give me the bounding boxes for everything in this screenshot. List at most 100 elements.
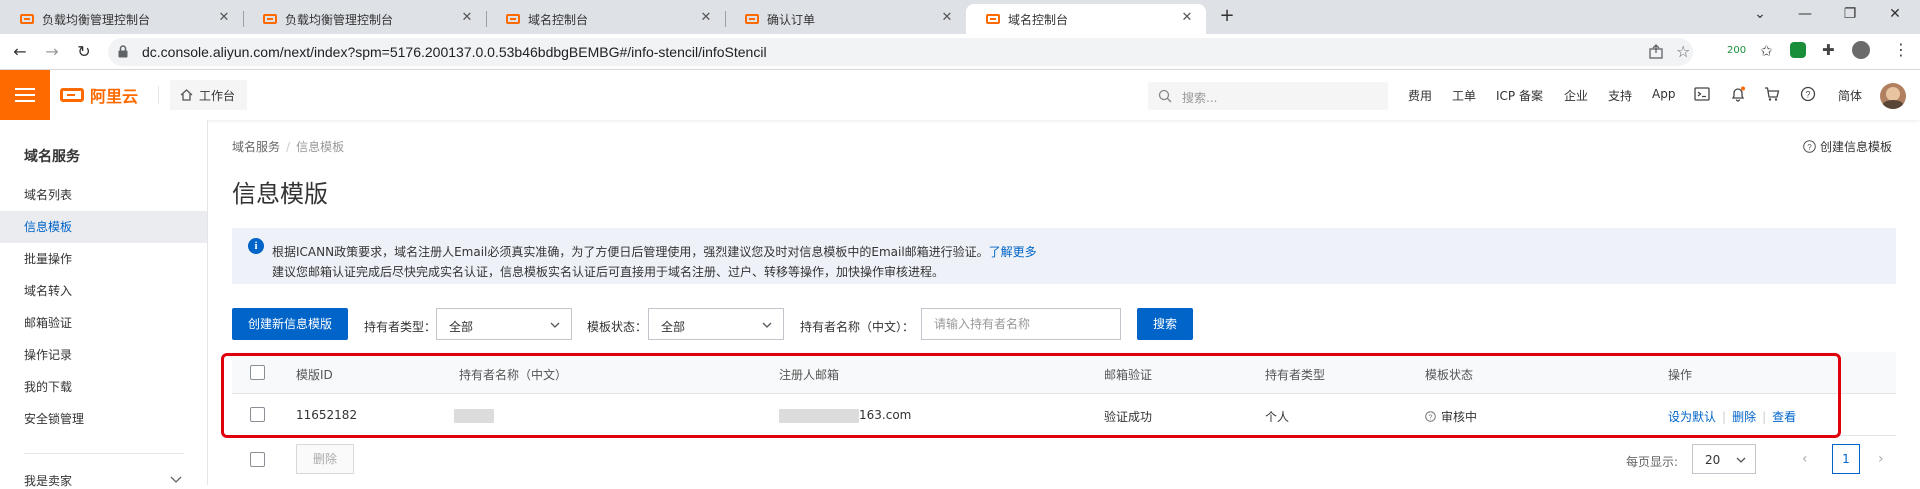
reload-button[interactable]: ↻ <box>74 42 94 62</box>
sidebar-item-email-verification[interactable]: 邮箱验证 <box>0 307 207 339</box>
delete-link[interactable]: 删除 <box>1732 410 1756 424</box>
minimize-button[interactable]: — <box>1795 4 1815 24</box>
extension-badge[interactable]: 200 <box>1727 45 1746 56</box>
notice-text: 根据ICANN政策要求，域名注册人Email必须真实准确，为了方便日后管理使用，… <box>272 245 989 259</box>
tab-title: 域名控制台 <box>1008 12 1069 27</box>
browser-tab[interactable]: 确认订单 ✕ <box>725 4 966 34</box>
set-default-link[interactable]: 设为默认 <box>1668 410 1716 424</box>
forward-button[interactable]: → <box>42 42 62 62</box>
info-icon: i <box>248 238 264 254</box>
reading-list-icon[interactable]: ✩ <box>1760 42 1773 60</box>
sidebar-item-security-lock[interactable]: 安全锁管理 <box>0 403 207 435</box>
chevron-down-icon <box>1736 457 1746 463</box>
sidebar-item-seller[interactable]: 我是卖家 <box>24 472 72 489</box>
chevron-down-icon[interactable] <box>170 476 182 484</box>
puzzle-extensions-icon[interactable]: ✚ <box>1822 41 1835 59</box>
terminal-icon[interactable] <box>1694 86 1710 102</box>
sidebar-item-operation-log[interactable]: 操作记录 <box>0 339 207 371</box>
create-template-help-link[interactable]: ? 创建信息模板 <box>1803 138 1892 155</box>
nav-icp[interactable]: ICP 备案 <box>1496 87 1543 104</box>
url-text: dc.console.aliyun.com/next/index?spm=517… <box>142 44 767 60</box>
column-header: 模板状态 <box>1425 368 1474 382</box>
close-tab-icon[interactable]: ✕ <box>699 11 713 25</box>
per-page-select[interactable]: 20 <box>1692 444 1756 474</box>
per-page-label: 每页显示: <box>1626 455 1679 469</box>
select-all-checkbox[interactable] <box>250 365 265 380</box>
aliyun-favicon-icon <box>745 14 759 24</box>
previous-page-icon[interactable]: ‹ <box>1802 451 1808 467</box>
per-page-value: 20 <box>1705 453 1721 467</box>
browser-tab[interactable]: 域名控制台 ✕ <box>486 4 725 34</box>
chevron-down-icon <box>550 322 560 328</box>
share-icon[interactable] <box>1648 44 1664 60</box>
tab-title: 负载均衡管理控制台 <box>285 12 394 27</box>
close-tab-icon[interactable]: ✕ <box>940 11 954 25</box>
browser-tab[interactable]: 负载均衡管理控制台 ✕ <box>243 4 486 34</box>
column-header: 持有者名称（中文） <box>459 368 568 382</box>
column-header: 持有者类型 <box>1265 368 1326 382</box>
table-header: 模版ID 持有者名称（中文） 注册人邮箱 邮箱验证 持有者类型 模板状态 操作 <box>232 352 1896 394</box>
search-button[interactable]: 搜索 <box>1137 308 1193 340</box>
sidebar-item-domain-list[interactable]: 域名列表 <box>0 179 207 211</box>
column-header: 操作 <box>1668 368 1693 382</box>
breadcrumb-item[interactable]: 域名服务 <box>232 140 280 154</box>
aliyun-logo-icon <box>60 88 84 102</box>
footer-select-all-checkbox[interactable] <box>250 452 265 467</box>
global-search-input[interactable]: 搜索... <box>1148 82 1388 110</box>
workbench-button[interactable]: 工作台 <box>170 80 248 110</box>
nav-support[interactable]: 支持 <box>1608 87 1632 104</box>
new-tab-button[interactable]: + <box>1217 6 1237 26</box>
learn-more-link[interactable]: 了解更多 <box>989 245 1037 259</box>
row-actions: 设为默认 | 删除 | 查看 <box>1668 410 1797 424</box>
browser-tab[interactable]: 负载均衡管理控制台 ✕ <box>0 4 243 34</box>
batch-delete-button[interactable]: 删除 <box>296 444 354 474</box>
browser-menu-icon[interactable]: ⋮ <box>1893 40 1909 59</box>
column-header: 模版ID <box>296 368 333 382</box>
menu-hamburger-icon[interactable] <box>0 70 50 120</box>
language-switch[interactable]: 简体 <box>1838 87 1862 104</box>
view-link[interactable]: 查看 <box>1772 410 1796 424</box>
nav-tickets[interactable]: 工单 <box>1452 87 1476 104</box>
holder-type-select[interactable]: 全部 <box>436 308 572 340</box>
holder-name-input[interactable] <box>921 308 1121 340</box>
sidebar-item-my-downloads[interactable]: 我的下载 <box>0 371 207 403</box>
sidebar-item-domain-transfer-in[interactable]: 域名转入 <box>0 275 207 307</box>
close-window-button[interactable]: ✕ <box>1885 4 1905 24</box>
profile-avatar-icon[interactable] <box>1852 41 1870 59</box>
bookmark-star-icon[interactable]: ☆ <box>1676 42 1690 61</box>
current-page-button[interactable]: 1 <box>1832 444 1860 474</box>
search-placeholder: 搜索... <box>1182 91 1218 105</box>
template-table: 模版ID 持有者名称（中文） 注册人邮箱 邮箱验证 持有者类型 模板状态 操作 … <box>232 352 1896 440</box>
back-button[interactable]: ← <box>10 42 30 62</box>
notice-line-1: 根据ICANN政策要求，域名注册人Email必须真实准确，为了方便日后管理使用，… <box>272 243 1037 260</box>
extension-icon[interactable] <box>1790 42 1806 58</box>
nav-enterprise[interactable]: 企业 <box>1564 87 1588 104</box>
notification-bell-icon[interactable] <box>1730 86 1746 102</box>
breadcrumb: 域名服务 / 信息模板 <box>232 140 345 154</box>
aliyun-logo[interactable]: 阿里云 <box>60 84 138 106</box>
workbench-label: 工作台 <box>199 88 236 103</box>
home-icon <box>180 89 193 101</box>
sidebar-item-info-template[interactable]: 信息模板 <box>0 211 207 243</box>
user-avatar[interactable] <box>1880 83 1906 109</box>
help-icon[interactable]: ? <box>1800 86 1816 102</box>
row-checkbox[interactable] <box>250 407 265 422</box>
nav-billing[interactable]: 费用 <box>1408 87 1432 104</box>
nav-app[interactable]: App <box>1652 87 1675 101</box>
sidebar-title: 域名服务 <box>24 149 80 165</box>
cart-icon[interactable] <box>1764 86 1780 102</box>
close-tab-icon[interactable]: ✕ <box>1180 11 1194 25</box>
sidebar-item-batch-operations[interactable]: 批量操作 <box>0 243 207 275</box>
status-text: 审核中 <box>1441 410 1478 424</box>
close-tab-icon[interactable]: ✕ <box>217 11 231 25</box>
create-template-button[interactable]: 创建新信息模版 <box>232 308 348 340</box>
tab-search-icon[interactable]: ⌄ <box>1750 4 1770 24</box>
close-tab-icon[interactable]: ✕ <box>460 11 474 25</box>
address-bar[interactable]: dc.console.aliyun.com/next/index?spm=517… <box>108 38 1693 66</box>
tab-title: 负载均衡管理控制台 <box>42 12 151 27</box>
next-page-icon[interactable]: › <box>1878 451 1884 467</box>
template-status-select[interactable]: 全部 <box>648 308 784 340</box>
browser-tab-active[interactable]: 域名控制台 ✕ <box>966 4 1206 34</box>
notice-line-2: 建议您邮箱认证完成后尽快完成实名认证，信息模板实名认证后可直接用于域名注册、过户… <box>272 265 945 279</box>
restore-button[interactable]: ❐ <box>1840 4 1860 24</box>
